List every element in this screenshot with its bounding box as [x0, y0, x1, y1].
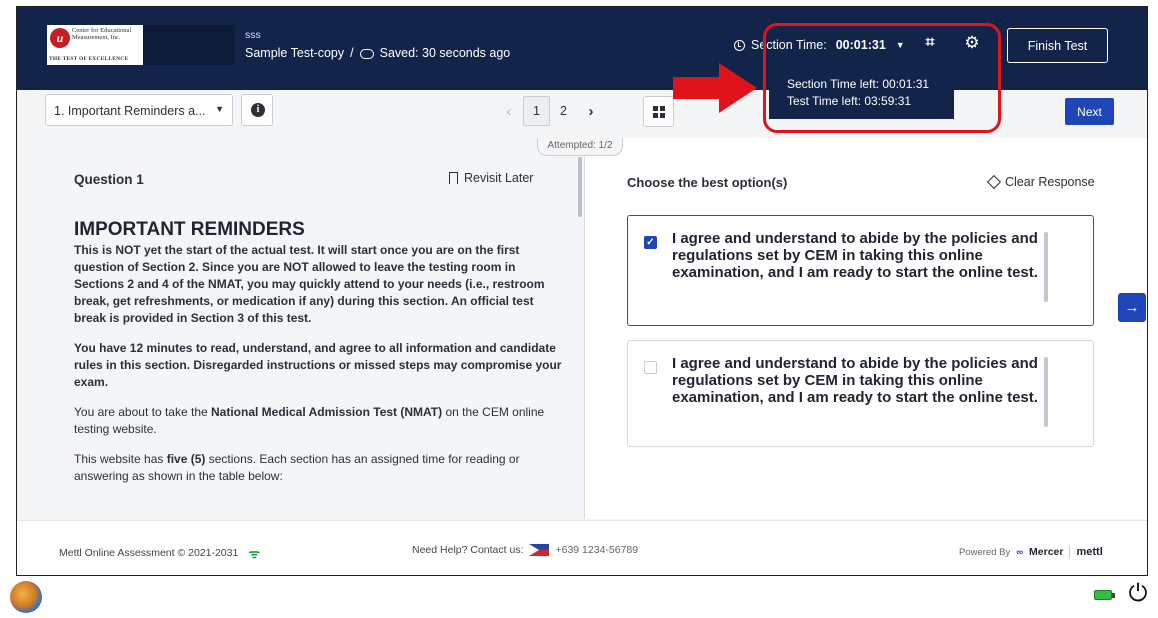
mercer-logo-icon: ∞	[1016, 546, 1024, 558]
answer-option-1[interactable]: ✓ I agree and understand to abide by the…	[627, 215, 1094, 326]
powered-by-label: Powered By	[959, 546, 1011, 558]
mettl-logo: mettl	[1076, 546, 1103, 558]
help-label: Need Help? Contact us:	[412, 544, 524, 556]
answer-prompt: Choose the best option(s)	[627, 175, 788, 190]
logo-tagline: THE TEST OF EXCELLENCE	[49, 56, 129, 62]
next-button[interactable]: Next	[1065, 98, 1114, 125]
arrow-right-icon[interactable]: →	[1118, 293, 1146, 322]
logo-mark-icon: u	[50, 28, 70, 48]
saved-status: Saved: 30 seconds ago	[379, 46, 511, 60]
answer-panel: Choose the best option(s) Clear Response…	[585, 138, 1147, 519]
answer-option-2[interactable]: I agree and understand to abide by the p…	[627, 340, 1094, 447]
revisit-label: Revisit Later	[464, 171, 534, 185]
wifi-icon: ᯤ	[248, 546, 261, 561]
attempted-badge: Attempted: 1/2	[537, 138, 623, 156]
info-icon: i	[251, 103, 265, 117]
power-icon[interactable]: ⏻	[1125, 581, 1151, 607]
mercer-logo: Mercer	[1029, 546, 1064, 558]
question-paragraph-2: You have 12 minutes to read, understand,…	[74, 341, 562, 389]
option-1-checkbox[interactable]: ✓	[644, 236, 657, 249]
breadcrumb-separator: /	[350, 46, 354, 60]
question-pager: ‹ 1 2 ›	[495, 96, 605, 126]
question-paragraph-1: This is NOT yet the start of the actual …	[74, 243, 545, 325]
clear-response-button[interactable]: Clear Response	[986, 174, 1095, 190]
question-paragraph-3: You are about to take the National Medic…	[74, 405, 545, 436]
test-code: sss	[245, 29, 261, 41]
question-scrollbar[interactable]	[578, 157, 582, 217]
test-meta: sss Sample Test-copy / Saved: 30 seconds…	[245, 29, 510, 60]
question-body: IMPORTANT REMINDERS This is NOT yet the …	[74, 220, 564, 498]
question-panel: Question 1 Revisit Later IMPORTANT REMIN…	[17, 138, 582, 519]
question-paragraph-4: This website has five (5) sections. Each…	[74, 452, 520, 483]
page-2-button[interactable]: 2	[550, 96, 577, 126]
cem-logo: u Center for Educational Measurement, In…	[47, 25, 235, 65]
bookmark-icon	[449, 172, 458, 184]
grid-icon	[652, 105, 665, 118]
footer: Mettl Online Assessment © 2021-2031 ᯤ Ne…	[17, 520, 1147, 575]
start-menu-icon[interactable]	[10, 581, 42, 613]
eraser-icon	[986, 174, 1002, 190]
annotation-highlight-box	[763, 23, 1001, 133]
option-2-checkbox[interactable]	[644, 361, 657, 374]
cloud-saved-icon	[359, 49, 374, 59]
test-name: Sample Test-copy	[245, 46, 345, 60]
page-1-button[interactable]: 1	[523, 96, 550, 126]
revisit-later-button[interactable]: Revisit Later	[449, 171, 533, 185]
annotation-arrow-icon	[673, 63, 757, 113]
clock-icon	[734, 39, 745, 51]
philippines-flag-icon	[529, 544, 550, 556]
chevron-down-icon: ▼	[215, 104, 224, 114]
option-1-scrollbar[interactable]	[1044, 232, 1048, 302]
option-1-text: I agree and understand to abide by the p…	[672, 230, 1038, 281]
option-2-scrollbar[interactable]	[1044, 357, 1048, 427]
finish-test-button[interactable]: Finish Test	[1007, 28, 1108, 63]
section-dropdown[interactable]: 1. Important Reminders a... ▼	[45, 94, 233, 126]
logo-text: Center for Educational Measurement, Inc.	[72, 27, 132, 41]
clear-response-label: Clear Response	[1005, 175, 1095, 189]
app-window: u Center for Educational Measurement, In…	[16, 6, 1148, 576]
next-page-icon[interactable]: ›	[577, 103, 605, 120]
question-heading: IMPORTANT REMINDERS	[74, 219, 305, 240]
copyright-text: Mettl Online Assessment © 2021-2031	[59, 547, 239, 559]
prev-page-icon[interactable]: ‹	[495, 103, 523, 120]
help-phone: +639 1234-56789	[555, 544, 639, 556]
battery-icon	[1094, 590, 1115, 600]
section-dropdown-value: 1. Important Reminders a...	[54, 104, 206, 118]
option-2-text: I agree and understand to abide by the p…	[672, 355, 1038, 406]
question-label: Question 1	[74, 172, 144, 187]
grid-view-button[interactable]	[643, 96, 674, 127]
info-button[interactable]: i	[241, 94, 273, 126]
